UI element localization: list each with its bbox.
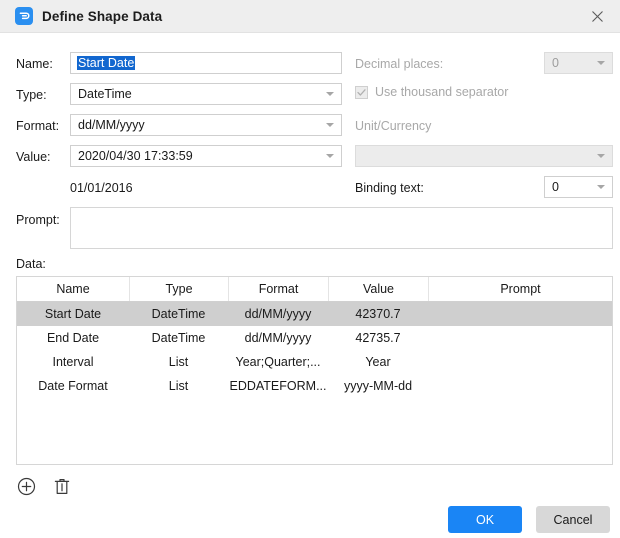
app-logo-icon [15,7,33,25]
cell-prompt [428,302,612,326]
prompt-textarea[interactable] [70,207,613,249]
chevron-down-icon [597,154,605,158]
cell-value: 42735.7 [355,331,401,345]
title-bar: Define Shape Data [0,0,620,33]
cell-prompt [428,326,612,350]
add-circle-icon[interactable] [16,476,36,496]
shape-data-table[interactable]: Name Type Format Value Prompt Start Date… [16,276,613,465]
prompt-label: Prompt: [16,213,60,227]
cell-value: 42370.7 [355,307,401,321]
cell-type: List [168,355,189,369]
type-select[interactable]: DateTime [70,83,342,105]
value-select[interactable]: 2020/04/30 17:33:59 [70,145,342,167]
trash-icon[interactable] [52,476,72,496]
unit-currency-select [355,145,613,167]
chevron-down-icon [326,123,334,127]
format-select[interactable]: dd/MM/yyyy [70,114,342,136]
use-thousand-separator-checkbox: Use thousand separator [355,85,508,99]
cell-name: Date Format [38,379,108,393]
binding-text-label: Binding text: [355,181,424,195]
value-select-text: 2020/04/30 17:33:59 [78,149,193,163]
table-row[interactable]: Start Date DateTime dd/MM/yyyy 42370.7 [17,302,612,326]
decimal-places-label: Decimal places: [355,57,444,71]
binding-text-value: 0 [552,180,559,194]
cell-prompt [428,350,612,374]
name-label: Name: [16,57,53,71]
column-header-prompt[interactable]: Prompt [428,277,612,301]
decimal-places-select: 0 [544,52,613,74]
binding-text-select[interactable]: 0 [544,176,613,198]
column-header-format[interactable]: Format [228,277,328,301]
cell-type: DateTime [151,307,206,321]
cell-format: Year;Quarter;... [235,355,321,369]
cell-type: DateTime [151,331,206,345]
use-thousand-separator-label: Use thousand separator [375,85,509,99]
column-header-name[interactable]: Name [17,277,129,301]
value-preview-text: 01/01/2016 [70,181,133,195]
cell-name: Interval [52,355,94,369]
type-label: Type: [16,88,47,102]
cell-prompt [428,374,612,398]
name-input[interactable]: Start Date [70,52,342,74]
name-input-text: Start Date [77,56,136,70]
table-header-row: Name Type Format Value Prompt [17,277,612,302]
cell-name: Start Date [44,307,102,321]
table-row[interactable]: Interval List Year;Quarter;... Year [17,350,612,374]
type-select-text: DateTime [78,87,132,101]
format-select-text: dd/MM/yyyy [78,118,145,132]
close-icon[interactable] [574,0,620,32]
data-section-label: Data: [16,257,46,271]
grid-toolbar [16,476,72,496]
chevron-down-icon [597,61,605,65]
table-row[interactable]: End Date DateTime dd/MM/yyyy 42735.7 [17,326,612,350]
cell-type: List [168,379,189,393]
column-header-value[interactable]: Value [328,277,428,301]
format-label: Format: [16,119,60,133]
cell-format: dd/MM/yyyy [244,331,312,345]
unit-currency-label: Unit/Currency [355,119,432,133]
chevron-down-icon [597,185,605,189]
decimal-places-value: 0 [552,56,559,70]
checkmark-icon [355,85,368,99]
chevron-down-icon [326,154,334,158]
cell-name: End Date [46,331,100,345]
cell-format: EDDATEFORM... [229,379,327,393]
column-header-type[interactable]: Type [129,277,228,301]
cell-value: Year [365,355,391,369]
cell-value: yyyy-MM-dd [343,379,413,393]
table-row[interactable]: Date Format List EDDATEFORM... yyyy-MM-d… [17,374,612,398]
cell-format: dd/MM/yyyy [244,307,312,321]
value-label: Value: [16,150,51,164]
ok-button[interactable]: OK [448,506,522,533]
chevron-down-icon [326,92,334,96]
cancel-button[interactable]: Cancel [536,506,610,533]
window-title: Define Shape Data [42,8,163,24]
